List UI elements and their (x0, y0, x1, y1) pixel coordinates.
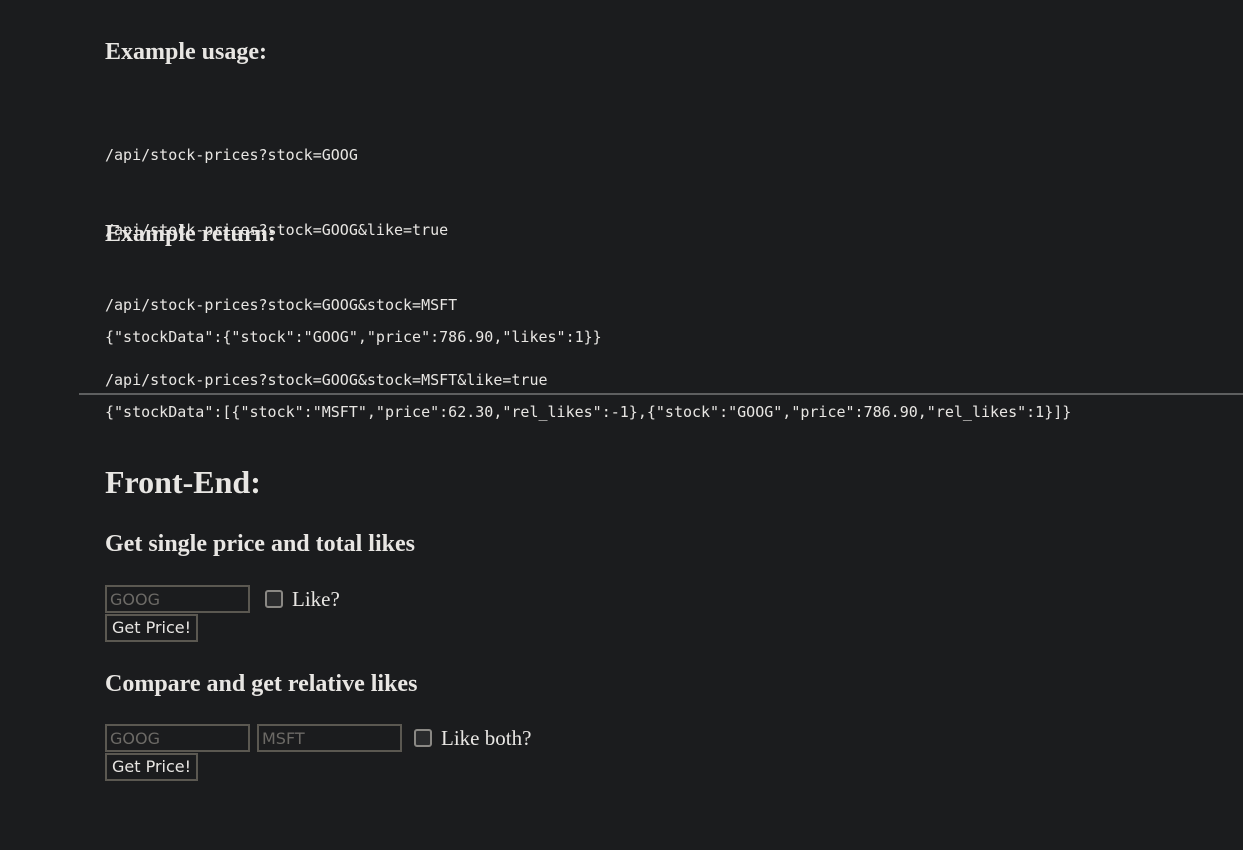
stock2-input[interactable] (257, 724, 402, 752)
front-end-title: Front-End: (105, 464, 261, 500)
like-checkbox[interactable] (265, 590, 283, 608)
example-return-code: {"stockData":{"stock":"GOOG","price":786… (105, 275, 1071, 475)
section-divider (79, 393, 1243, 395)
page: Example usage: /api/stock-prices?stock=G… (0, 0, 1243, 850)
stock-input[interactable] (105, 585, 250, 613)
return-line: {"stockData":[{"stock":"MSFT","price":62… (105, 403, 1072, 421)
get-price-button[interactable]: Get Price! (105, 614, 199, 642)
single-price-row: Like? (105, 585, 340, 613)
example-usage-heading: Example usage: (105, 39, 267, 65)
example-return-heading: Example return: (105, 221, 276, 247)
stock1-input[interactable] (105, 724, 250, 752)
like-both-checkbox-label: Like both? (441, 725, 532, 750)
like-both-checkbox[interactable] (414, 729, 432, 747)
compare-row: Like both? (105, 724, 531, 752)
compare-heading: Compare and get relative likes (105, 671, 418, 697)
compare-get-price-button[interactable]: Get Price! (105, 753, 199, 781)
single-price-heading: Get single price and total likes (105, 531, 415, 557)
return-line: {"stockData":{"stock":"GOOG","price":786… (105, 328, 602, 346)
usage-line: /api/stock-prices?stock=GOOG (105, 146, 358, 164)
like-checkbox-label: Like? (292, 586, 340, 611)
